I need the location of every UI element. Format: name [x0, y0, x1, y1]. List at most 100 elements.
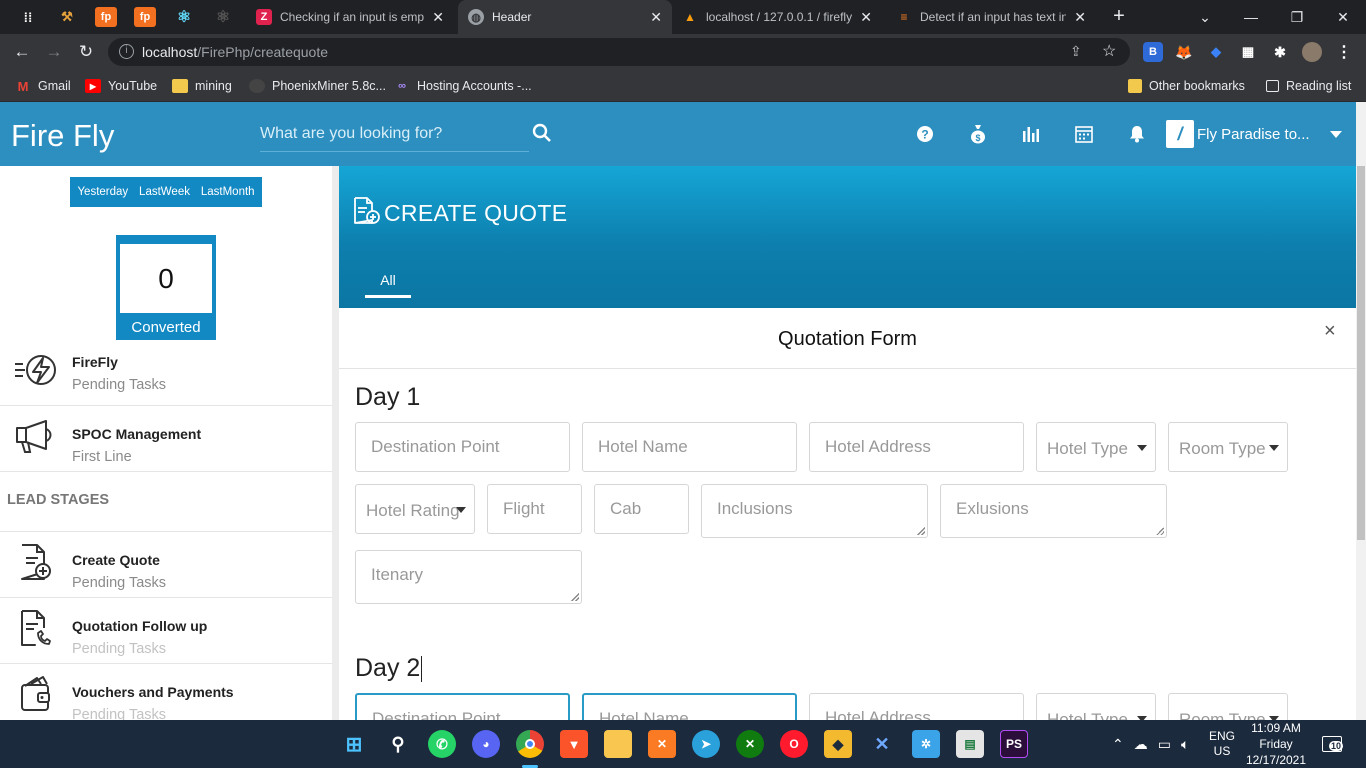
volume-icon[interactable]: 🔈︎: [1181, 736, 1189, 753]
react-tab-icon[interactable]: ⚛: [173, 7, 195, 27]
binance-icon[interactable]: ◆: [824, 730, 852, 758]
app-gear-icon[interactable]: ✲: [912, 730, 940, 758]
bookmark-gmail[interactable]: M Gmail: [15, 70, 71, 102]
calendar-icon[interactable]: [1072, 122, 1096, 146]
phpstorm-icon[interactable]: PS: [1000, 730, 1028, 758]
reload-icon[interactable]: ↻: [73, 40, 99, 64]
restore-icon[interactable]: ❐: [1274, 0, 1320, 34]
bookmark-youtube[interactable]: ▶ YouTube: [85, 70, 157, 102]
info-icon[interactable]: i: [119, 44, 134, 59]
metamask-extension-icon[interactable]: 🦊: [1174, 42, 1194, 62]
resize-grip-icon[interactable]: [1156, 527, 1164, 535]
company-selector[interactable]: / Fly Paradise to...: [1166, 120, 1342, 148]
network-icon[interactable]: ▭: [1158, 736, 1171, 753]
hotel-name-input[interactable]: Hotel Name: [582, 422, 797, 472]
exclusions-textarea[interactable]: Exlusions: [940, 484, 1167, 538]
search-taskbar-icon[interactable]: ⚲: [384, 730, 412, 758]
hotel-rating-select[interactable]: Hotel Rating: [355, 484, 475, 534]
flight-input[interactable]: Flight: [487, 484, 582, 534]
close-form-icon[interactable]: ×: [1324, 320, 1336, 343]
pinned-tab-4-icon[interactable]: fp: [134, 7, 156, 27]
windows-start-icon[interactable]: ⊞: [340, 730, 368, 758]
bookmark-star-icon[interactable]: ☆: [1102, 41, 1116, 61]
chevron-up-icon[interactable]: ⌃: [1112, 736, 1124, 753]
file-explorer-icon[interactable]: [604, 730, 632, 758]
react-tab-2-icon[interactable]: ⚛: [212, 7, 234, 27]
other-bookmarks[interactable]: Other bookmarks: [1128, 70, 1245, 102]
hotel-address-input[interactable]: Hotel Address: [809, 422, 1024, 472]
app-x-icon[interactable]: ✕: [868, 730, 896, 758]
day2-room-type-select[interactable]: Room Type: [1168, 693, 1288, 720]
bookmark-phoenixminer[interactable]: PhoenixMiner 5.8c...: [249, 70, 386, 102]
tab-checking-input[interactable]: Z Checking if an input is empt ✕: [246, 0, 454, 34]
room-type-select[interactable]: Room Type: [1168, 422, 1288, 472]
pinned-tab-3-icon[interactable]: fp: [95, 7, 117, 27]
extensions-puzzle-icon[interactable]: ✱: [1270, 42, 1290, 62]
tab-header[interactable]: ◍ Header ✕: [458, 0, 672, 34]
tab-phpmyadmin[interactable]: ▲ localhost / 127.0.0.1 / firefly ✕: [672, 0, 882, 34]
filter-last-month[interactable]: LastMonth: [201, 186, 255, 198]
pinned-tab-2-icon[interactable]: ⚒: [56, 7, 78, 27]
bitwarden-extension-icon[interactable]: B: [1143, 42, 1163, 62]
filter-last-week[interactable]: LastWeek: [139, 186, 190, 198]
close-tab-icon[interactable]: ✕: [1074, 9, 1086, 26]
share-icon[interactable]: ⇪: [1070, 43, 1082, 60]
tab-all[interactable]: All: [365, 266, 411, 298]
bar-chart-icon[interactable]: [1019, 122, 1043, 146]
inclusions-textarea[interactable]: Inclusions: [701, 484, 928, 538]
sidebar-item-spoc[interactable]: SPOC Management First Line: [0, 406, 332, 472]
bookmark-mining[interactable]: mining: [172, 70, 232, 102]
new-tab-plus-icon[interactable]: +: [1108, 5, 1130, 27]
bookmark-hosting[interactable]: ∞ Hosting Accounts -...: [394, 70, 532, 102]
help-icon[interactable]: ?: [913, 122, 937, 146]
cloud-icon[interactable]: ☁: [1134, 736, 1148, 753]
app-window-icon[interactable]: ▤: [956, 730, 984, 758]
address-bar[interactable]: i localhost/FirePhp/createquote ⇪ ☆: [108, 38, 1130, 66]
sidebar-item-quotation-follow-up[interactable]: Quotation Follow up Pending Tasks: [0, 598, 332, 664]
sidebar-item-vouchers-payments[interactable]: Vouchers and Payments Pending Tasks: [0, 664, 332, 720]
extension-3-icon[interactable]: ◆: [1206, 42, 1226, 62]
day2-hotel-name-input[interactable]: Hotel Name: [582, 693, 797, 720]
search-icon[interactable]: [530, 121, 554, 145]
notifications-center[interactable]: 10: [1322, 720, 1344, 768]
pinned-tab-1-icon[interactable]: ⁞⁞: [17, 7, 39, 27]
close-tab-icon[interactable]: ✕: [650, 9, 662, 26]
search-input[interactable]: [260, 116, 529, 151]
close-tab-icon[interactable]: ✕: [860, 9, 872, 26]
system-tray-icons[interactable]: ⌃ ☁ ▭ 🔈︎: [1112, 720, 1189, 768]
xampp-icon[interactable]: ✕: [648, 730, 676, 758]
profile-avatar[interactable]: [1302, 42, 1322, 62]
itinerary-textarea[interactable]: Itenary: [355, 550, 582, 604]
page-scrollbar[interactable]: [1356, 102, 1366, 720]
cab-input[interactable]: Cab: [594, 484, 689, 534]
day2-hotel-type-select[interactable]: Hotel Type: [1036, 693, 1156, 720]
qr-code-extension-icon[interactable]: ▦: [1238, 42, 1258, 62]
reading-list[interactable]: Reading list: [1266, 70, 1351, 102]
telegram-icon[interactable]: ➤: [692, 730, 720, 758]
scrollbar-thumb[interactable]: [1357, 166, 1365, 540]
minimize-icon[interactable]: —: [1228, 0, 1274, 34]
filter-yesterday[interactable]: Yesterday: [77, 186, 128, 198]
whatsapp-icon[interactable]: ✆: [428, 730, 456, 758]
chrome-menu-icon[interactable]: ⋮: [1334, 42, 1354, 62]
close-tab-icon[interactable]: ✕: [432, 9, 444, 26]
sidebar-item-create-quote[interactable]: Create Quote Pending Tasks: [0, 532, 332, 598]
sidebar-item-firefly[interactable]: FireFly Pending Tasks: [0, 340, 332, 406]
language-indicator[interactable]: ENG US: [1208, 720, 1236, 768]
window-close-icon[interactable]: ✕: [1320, 0, 1366, 34]
back-arrow-icon[interactable]: ←: [9, 40, 35, 64]
day2-destination-point-input[interactable]: Destination Point: [355, 693, 570, 720]
chrome-icon[interactable]: [516, 730, 544, 758]
opera-icon[interactable]: O: [780, 730, 808, 758]
resize-grip-icon[interactable]: [917, 527, 925, 535]
clock[interactable]: 11:09 AM Friday 12/17/2021: [1240, 720, 1312, 768]
hotel-type-select[interactable]: Hotel Type: [1036, 422, 1156, 472]
resize-grip-icon[interactable]: [571, 593, 579, 601]
notification-bell-icon[interactable]: [1125, 122, 1149, 146]
tab-detect-input[interactable]: ≡ Detect if an input has text in ✕: [886, 0, 1096, 34]
tab-search-chevron-icon[interactable]: ⌄: [1182, 0, 1228, 34]
day2-hotel-address-input[interactable]: Hotel Address: [809, 693, 1024, 720]
money-bag-icon[interactable]: $: [966, 122, 990, 146]
brave-icon[interactable]: ▼: [560, 730, 588, 758]
destination-point-input[interactable]: Destination Point: [355, 422, 570, 472]
